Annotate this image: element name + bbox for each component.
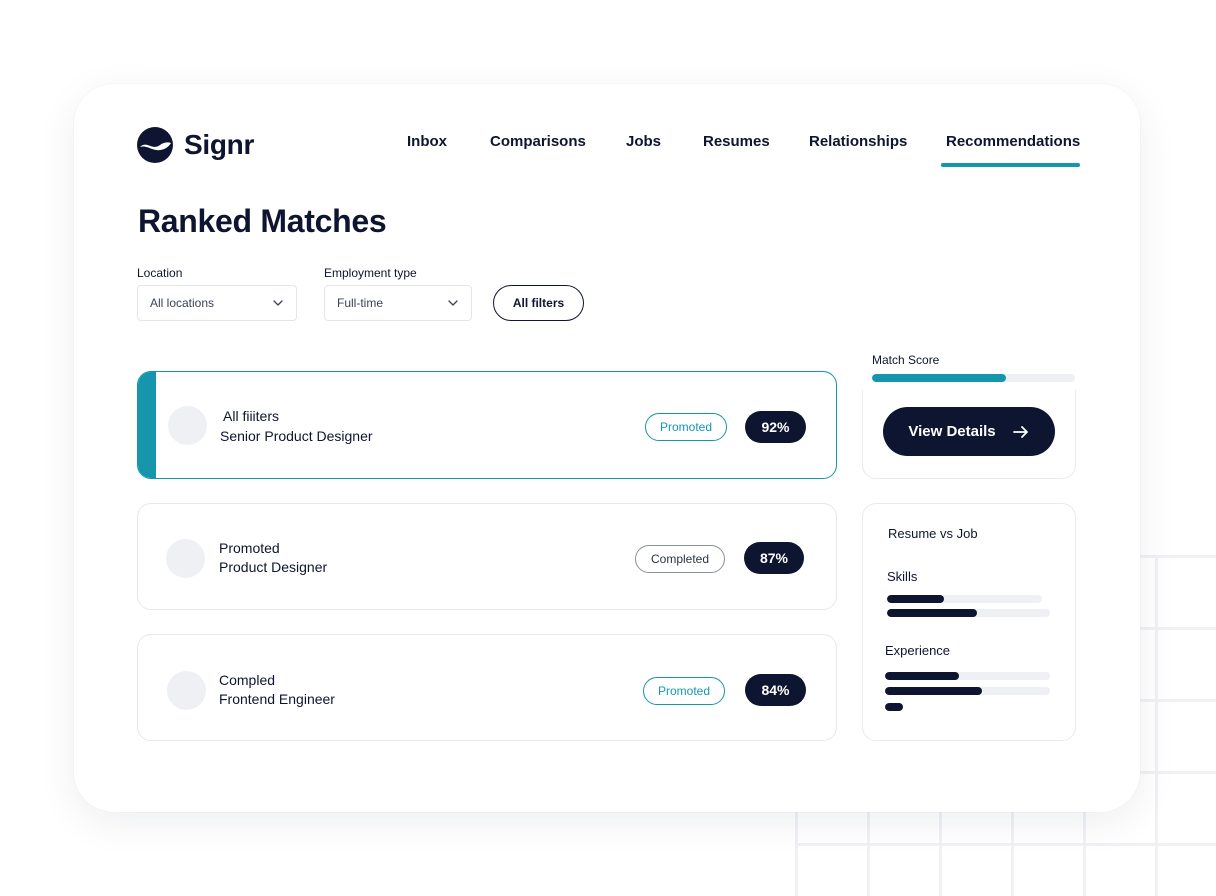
status-badge: Promoted [645, 413, 727, 441]
match-score-badge: 92% [745, 411, 806, 443]
location-value: All locations [150, 296, 215, 310]
match-score-label: Match Score [872, 353, 940, 367]
skills-bar-fill [887, 595, 945, 603]
nav-item-resumes[interactable]: Resumes [703, 133, 770, 150]
experience-bar [885, 672, 1050, 680]
match-card[interactable]: Compled Frontend Engineer Promoted 84% [137, 634, 837, 741]
skills-bar-fill [887, 609, 977, 617]
match-score-badge: 87% [744, 542, 804, 574]
all-filters-button[interactable]: All filters [493, 285, 584, 321]
match-role: Frontend Engineer [219, 691, 335, 707]
skills-bar [887, 595, 1042, 603]
location-select[interactable]: All locations [137, 285, 297, 321]
arrow-right-icon [1012, 425, 1028, 438]
avatar [167, 671, 206, 710]
match-role: Senior Product Designer [220, 428, 373, 444]
match-score-fill [872, 374, 1006, 382]
nav-item-relationships[interactable]: Relationships [809, 133, 907, 150]
match-status: Promoted [219, 540, 280, 556]
app-name: Signr [184, 129, 255, 160]
match-card[interactable]: All fiiiters Senior Product Designer Pro… [137, 371, 837, 479]
nav-item-comparisons[interactable]: Comparisons [490, 133, 586, 150]
resume-vs-job-title: Resume vs Job [888, 526, 978, 541]
skills-label: Skills [887, 569, 918, 584]
active-card-accent [138, 372, 156, 478]
experience-bar-fill [885, 703, 904, 711]
skills-bar [887, 609, 1050, 617]
match-role: Product Designer [219, 559, 328, 575]
chevron-down-icon [273, 300, 283, 306]
match-score-badge: 84% [745, 674, 806, 706]
experience-bar [885, 687, 1050, 695]
status-badge: Promoted [643, 677, 725, 705]
signr-logo-icon [137, 127, 173, 163]
employment-type-select[interactable]: Full-time [324, 285, 472, 321]
match-card[interactable]: Promoted Product Designer Completed 87% [137, 503, 837, 610]
chevron-down-icon [448, 300, 458, 306]
experience-bar-fill [885, 672, 960, 680]
location-label: Location [137, 266, 183, 280]
active-tab-indicator [941, 163, 1080, 167]
page-title: Ranked Matches [138, 203, 387, 239]
experience-label: Experience [885, 643, 951, 658]
avatar [166, 539, 205, 578]
match-status: Compled [219, 672, 276, 688]
status-badge: Completed [635, 545, 725, 573]
view-details-label: View Details [908, 423, 996, 440]
match-score-bar [872, 374, 1075, 382]
experience-bar-fill [885, 687, 983, 695]
nav-item-inbox[interactable]: Inbox [407, 133, 447, 150]
employment-type-label: Employment type [324, 266, 417, 280]
logo[interactable]: Signr [137, 127, 254, 163]
nav-item-jobs[interactable]: Jobs [626, 133, 661, 150]
avatar [168, 406, 207, 445]
view-details-button[interactable]: View Details [883, 407, 1055, 456]
match-status: All fiiiters [223, 408, 280, 424]
employment-type-value: Full-time [337, 296, 384, 310]
experience-bar [885, 703, 1050, 711]
nav-item-recommendations[interactable]: Recommendations [946, 133, 1080, 150]
